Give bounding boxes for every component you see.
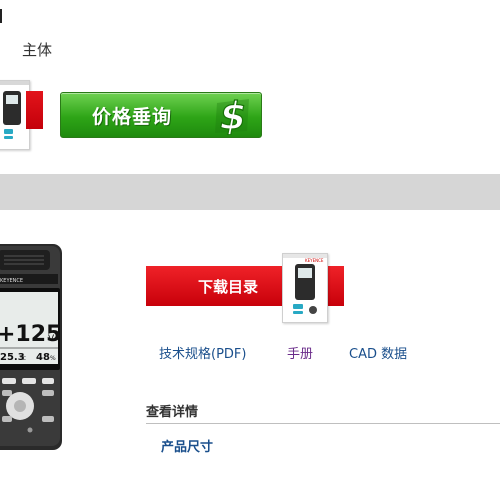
manual-link[interactable]: 手册 (287, 343, 313, 362)
price-inquiry-button[interactable]: 价格垂询 $ (60, 92, 262, 138)
product-dimensions-link[interactable]: 产品尺寸 (161, 436, 213, 455)
svg-text:KEYENCE: KEYENCE (0, 278, 23, 284)
section-band (0, 174, 500, 210)
header-edge-mark (0, 9, 2, 23)
dollar-icon: $ (215, 95, 249, 135)
download-catalog-label: 下载目录 (198, 278, 259, 296)
details-heading: 查看详情 (146, 405, 199, 420)
details-divider (146, 423, 500, 424)
svg-text:$: $ (220, 95, 246, 135)
catalog-download-button-partial[interactable] (26, 91, 43, 129)
device-main-unit: V (48, 334, 55, 344)
catalog-thumbnail-icon[interactable]: KEYENCE (282, 253, 328, 323)
device-reading-right-unit: % (50, 355, 56, 362)
product-device-image: KEYENCE +125 V 25.3 °C 48 % (0, 244, 62, 450)
device-reading-left-unit: °C (20, 356, 27, 362)
spec-pdf-link[interactable]: 技术规格(PDF) (159, 343, 246, 362)
tab-body[interactable]: 主体 (22, 39, 52, 60)
device-reading-right: 48 (36, 352, 50, 363)
cad-data-link[interactable]: CAD 数据 (349, 343, 407, 362)
price-inquiry-label: 价格垂询 (92, 106, 173, 128)
